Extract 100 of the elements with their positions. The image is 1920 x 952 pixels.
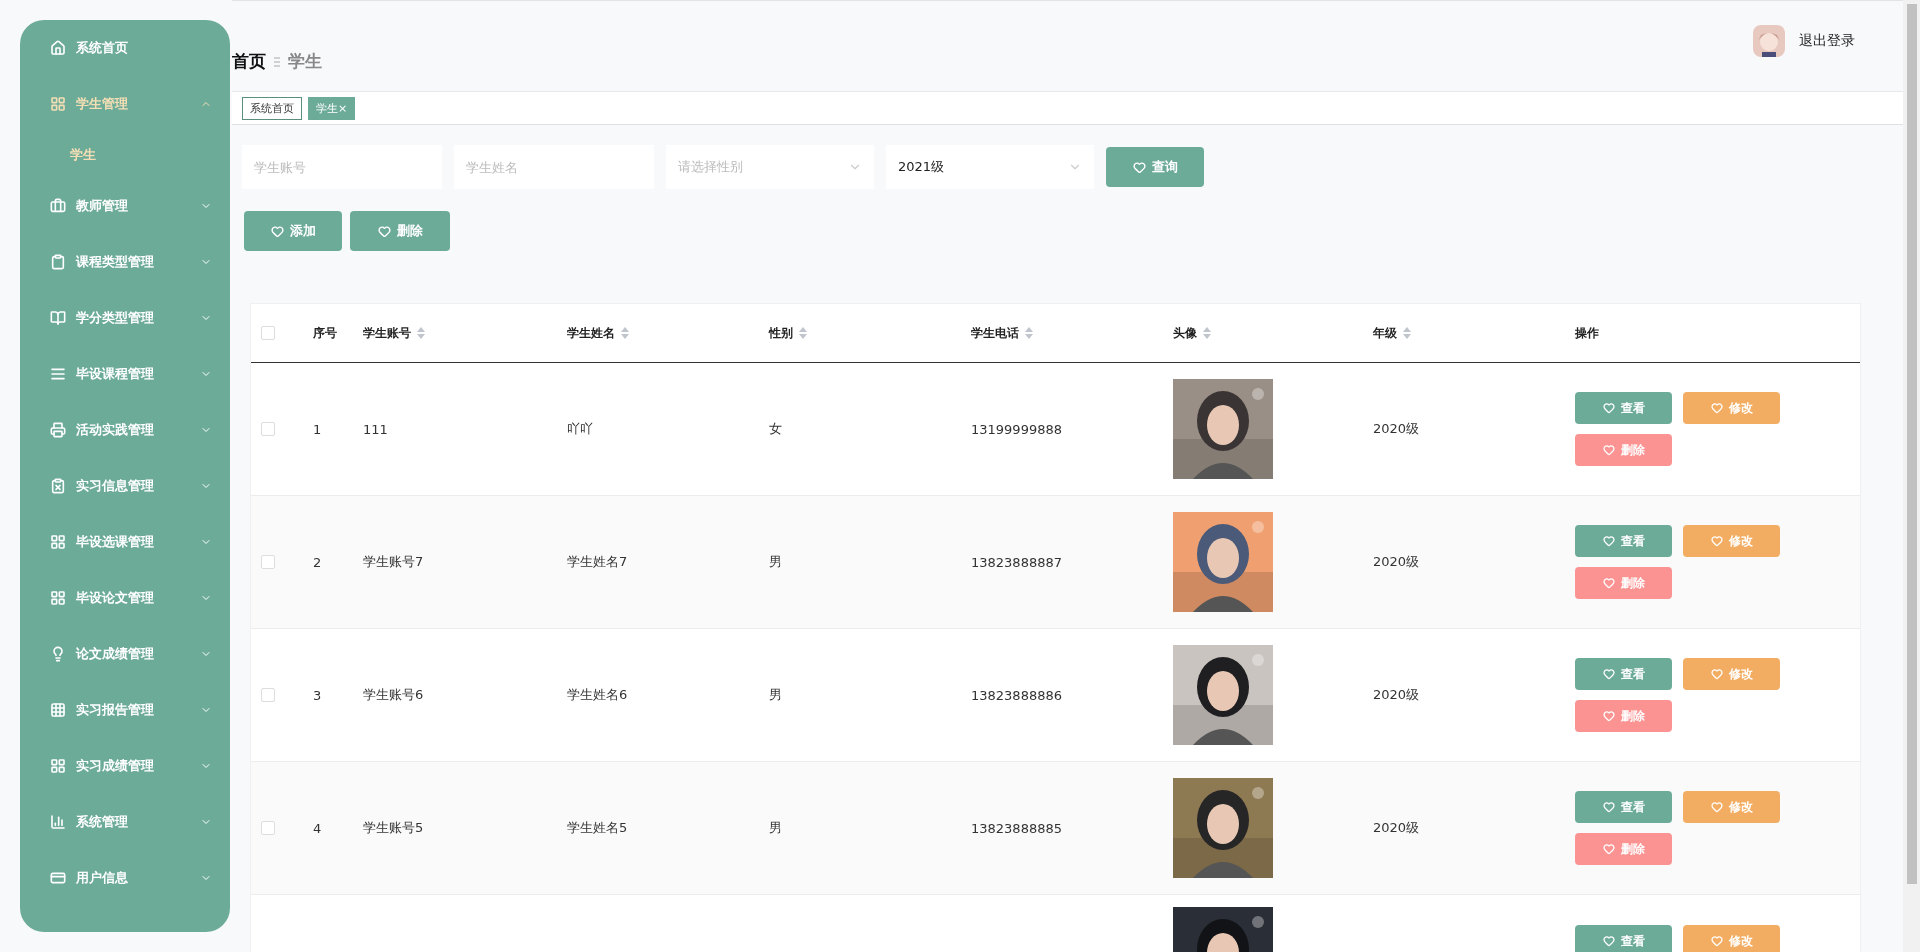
sort-icon[interactable] bbox=[1025, 327, 1033, 339]
book-icon bbox=[50, 310, 66, 326]
sidebar-item[interactable]: 论文成绩管理 bbox=[20, 626, 230, 682]
delete-button[interactable]: 删除 bbox=[1575, 700, 1672, 732]
delete-button[interactable]: 删除 bbox=[1575, 567, 1672, 599]
view-button[interactable]: 查看 bbox=[1575, 658, 1672, 690]
view-button[interactable]: 查看 bbox=[1575, 392, 1672, 424]
logout-link[interactable]: 退出登录 bbox=[1799, 32, 1855, 50]
sort-icon[interactable] bbox=[1403, 327, 1411, 339]
column-header[interactable]: 头像 bbox=[1173, 324, 1373, 342]
sidebar-subitem[interactable]: 学生 bbox=[20, 132, 230, 178]
view-button[interactable]: 查看 bbox=[1575, 791, 1672, 823]
gender-cell-text: 女 bbox=[769, 420, 783, 438]
sidebar-item[interactable]: 课程类型管理 bbox=[20, 234, 230, 290]
delete-button[interactable]: 删除 bbox=[1575, 434, 1672, 466]
checkbox[interactable] bbox=[261, 326, 275, 340]
search-field[interactable]: 学生账号 bbox=[242, 145, 442, 189]
edit-button[interactable]: 修改 bbox=[1683, 658, 1780, 690]
grade-cell-text: 2020级 bbox=[1373, 686, 1421, 704]
phone-cell-text: 13823888886 bbox=[971, 687, 1063, 703]
heart-icon bbox=[1602, 801, 1615, 813]
column-header[interactable]: 操作 bbox=[1575, 324, 1860, 342]
grid-icon bbox=[50, 96, 66, 112]
edit-button[interactable]: 修改 bbox=[1683, 392, 1780, 424]
column-header[interactable]: 学生电话 bbox=[971, 324, 1173, 342]
delete-button[interactable]: 删除 bbox=[350, 211, 450, 251]
column-header[interactable]: 学生账号 bbox=[363, 324, 567, 342]
heart-icon bbox=[1710, 801, 1723, 813]
heart-icon bbox=[1710, 402, 1723, 414]
delete-button[interactable]: 删除 bbox=[1575, 833, 1672, 865]
sidebar-item[interactable]: 教师管理 bbox=[20, 178, 230, 234]
sidebar-item[interactable]: 毕设论文管理 bbox=[20, 570, 230, 626]
view-button[interactable]: 查看 bbox=[1575, 925, 1672, 952]
sidebar-item[interactable]: 学分类型管理 bbox=[20, 290, 230, 346]
edit-button[interactable]: 修改 bbox=[1683, 925, 1780, 952]
sort-icon[interactable] bbox=[621, 327, 629, 339]
heart-icon bbox=[1710, 535, 1723, 547]
checkbox[interactable] bbox=[261, 422, 275, 436]
column-header[interactable]: 序号 bbox=[313, 324, 363, 342]
breadcrumb-item[interactable]: 首页 bbox=[232, 50, 266, 73]
checkbox[interactable] bbox=[261, 688, 275, 702]
column-header[interactable]: 学生姓名 bbox=[567, 324, 769, 342]
sidebar-item[interactable]: 实习信息管理 bbox=[20, 458, 230, 514]
separator-icon bbox=[274, 56, 280, 67]
clipboard-icon bbox=[50, 254, 66, 270]
name-cell-text: 学生姓名5 bbox=[567, 819, 629, 837]
index-cell-text: 4 bbox=[313, 820, 323, 836]
heart-icon bbox=[1602, 402, 1615, 414]
gender-cell-text: 男 bbox=[769, 686, 783, 704]
heart-icon bbox=[1602, 668, 1615, 680]
account-cell-text: 学生账号5 bbox=[363, 819, 425, 837]
phone-cell-text: 13199999888 bbox=[971, 421, 1063, 437]
sidebar-item[interactable]: 活动实践管理 bbox=[20, 402, 230, 458]
gender-cell-text: 男 bbox=[769, 819, 783, 837]
page-tab[interactable]: 学生× bbox=[308, 96, 356, 120]
account-cell-text: 学生账号7 bbox=[363, 553, 425, 571]
card-icon bbox=[50, 870, 66, 886]
name-cell-text: 学生姓名7 bbox=[567, 553, 629, 571]
sidebar-item[interactable]: 实习报告管理 bbox=[20, 682, 230, 738]
select-field[interactable]: 请选择性别 bbox=[666, 145, 874, 189]
search-field[interactable]: 学生姓名 bbox=[454, 145, 654, 189]
heart-icon bbox=[1602, 577, 1615, 589]
search-button[interactable]: 查询 bbox=[1106, 147, 1204, 187]
sort-icon[interactable] bbox=[799, 327, 807, 339]
sort-icon[interactable] bbox=[417, 327, 425, 339]
view-button[interactable]: 查看 bbox=[1575, 525, 1672, 557]
phone-cell-text: 13823888887 bbox=[971, 554, 1063, 570]
sidebar-item[interactable]: 实习成绩管理 bbox=[20, 738, 230, 794]
grid-icon bbox=[50, 590, 66, 606]
sidebar-item[interactable]: 系统管理 bbox=[20, 794, 230, 850]
heart-icon bbox=[1132, 160, 1146, 174]
sidebar-item[interactable]: 用户信息 bbox=[20, 850, 230, 906]
checkbox[interactable] bbox=[261, 821, 275, 835]
sidebar-item[interactable]: 系统首页 bbox=[20, 20, 230, 76]
heart-icon bbox=[1602, 535, 1615, 547]
scrollbar[interactable] bbox=[1903, 0, 1920, 952]
page-tab[interactable]: 系统首页 bbox=[242, 96, 302, 120]
heart-icon bbox=[1602, 444, 1615, 456]
column-header[interactable]: 年级 bbox=[1373, 324, 1575, 342]
phone-cell-text: 13823888885 bbox=[971, 820, 1063, 836]
checkbox[interactable] bbox=[261, 555, 275, 569]
select-field[interactable]: 2021级 bbox=[886, 145, 1094, 189]
sort-icon[interactable] bbox=[1203, 327, 1211, 339]
sidebar-item[interactable]: 毕设选课管理 bbox=[20, 514, 230, 570]
column-header[interactable]: 性别 bbox=[769, 324, 971, 342]
grid-icon bbox=[50, 758, 66, 774]
add-button[interactable]: 添加 bbox=[244, 211, 342, 251]
sidebar-item[interactable]: 学生管理 bbox=[20, 76, 230, 132]
index-cell-text: 1 bbox=[313, 421, 323, 437]
sidebar-item[interactable]: 毕设课程管理 bbox=[20, 346, 230, 402]
breadcrumb-item: 学生 bbox=[288, 50, 322, 73]
avatar-icon bbox=[1753, 25, 1785, 57]
table-icon bbox=[50, 702, 66, 718]
heart-icon bbox=[377, 224, 391, 238]
edit-button[interactable]: 修改 bbox=[1683, 791, 1780, 823]
edit-button[interactable]: 修改 bbox=[1683, 525, 1780, 557]
heart-icon bbox=[1602, 843, 1615, 855]
index-cell-text: 2 bbox=[313, 554, 323, 570]
grade-cell-text: 2020级 bbox=[1373, 553, 1421, 571]
account-cell-text: 学生账号6 bbox=[363, 686, 425, 704]
